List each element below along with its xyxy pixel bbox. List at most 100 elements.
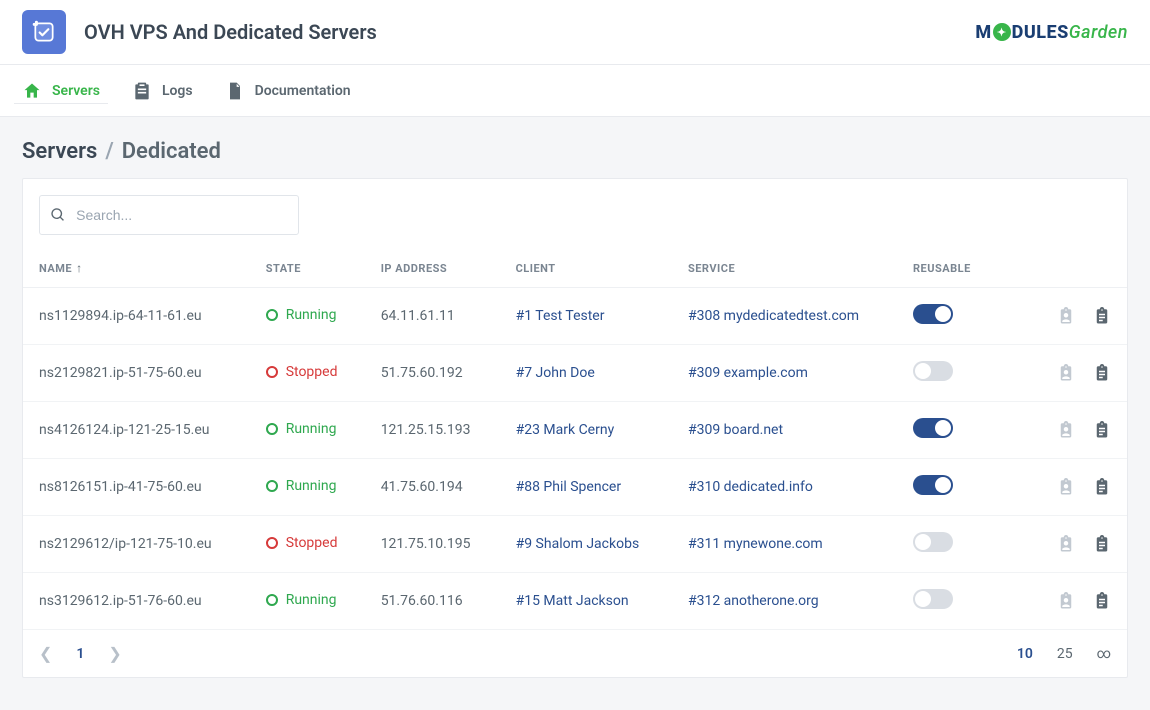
col-name-label: NAME [39, 262, 72, 275]
client-link[interactable]: #9 Shalom Jackobs [516, 536, 640, 552]
service-link[interactable]: #309 board.net [688, 422, 783, 438]
reusable-toggle[interactable] [913, 418, 953, 438]
service-link[interactable]: #309 example.com [688, 365, 808, 381]
col-ip-label: IP ADDRESS [381, 262, 448, 275]
brand-text-garden: Garden [1069, 22, 1128, 43]
col-state[interactable]: STATE [250, 243, 365, 288]
state-label: Running [286, 478, 337, 494]
cell-service: #312 anotherone.org [672, 573, 897, 630]
reusable-toggle[interactable] [913, 361, 953, 381]
pager-next[interactable]: ❯ [108, 644, 121, 663]
cell-reusable [897, 288, 1017, 345]
cell-service: #310 dedicated.info [672, 459, 897, 516]
table-row: ns1129894.ip-64-11-61.euRunning64.11.61.… [23, 288, 1127, 345]
service-link[interactable]: #311 mynewone.com [688, 536, 823, 552]
cell-actions [1017, 573, 1127, 630]
table-row: ns4126124.ip-121-25-15.euRunning121.25.1… [23, 402, 1127, 459]
details-icon[interactable] [1093, 364, 1111, 382]
state-label: Running [286, 592, 337, 608]
cell-name: ns1129894.ip-64-11-61.eu [23, 288, 250, 345]
clipboard-icon [132, 81, 152, 101]
reusable-toggle[interactable] [913, 475, 953, 495]
cell-name: ns2129612/ip-121-75-10.eu [23, 516, 250, 573]
service-link[interactable]: #312 anotherone.org [688, 593, 819, 609]
details-icon[interactable] [1093, 421, 1111, 439]
reusable-toggle[interactable] [913, 304, 953, 324]
tab-servers[interactable]: Servers [22, 65, 100, 116]
details-icon[interactable] [1093, 478, 1111, 496]
client-link[interactable]: #23 Mark Cerny [516, 422, 615, 438]
assign-client-icon[interactable] [1057, 364, 1075, 382]
cell-reusable [897, 345, 1017, 402]
pagination-nav: ❮ 1 ❯ [39, 644, 122, 663]
col-reusable[interactable]: REUSABLE [897, 243, 1017, 288]
page-size-options: 10 25 ∞ [1017, 646, 1111, 662]
state-dot-icon [266, 537, 278, 549]
brand-logo: M ✦ DULES Garden [975, 22, 1128, 43]
details-icon[interactable] [1093, 592, 1111, 610]
page-size-all[interactable]: ∞ [1097, 646, 1111, 662]
sort-asc-icon: ↑ [76, 261, 83, 275]
page-size-25[interactable]: 25 [1057, 646, 1073, 662]
service-link[interactable]: #310 dedicated.info [688, 479, 813, 495]
search-wrap [23, 179, 1127, 243]
pager-prev[interactable]: ❮ [39, 644, 52, 663]
search-input[interactable] [74, 206, 288, 224]
state-dot-icon [266, 309, 278, 321]
servers-table: NAME ↑ STATE IP ADDRESS CLIENT SERVICE RE… [23, 243, 1127, 630]
cell-name: ns8126151.ip-41-75-60.eu [23, 459, 250, 516]
cell-state: Running [250, 402, 365, 459]
client-link[interactable]: #1 Test Tester [516, 308, 605, 324]
breadcrumb-root[interactable]: Servers [22, 139, 97, 164]
pager-current-page[interactable]: 1 [76, 646, 84, 662]
cell-actions [1017, 288, 1127, 345]
col-name[interactable]: NAME ↑ [23, 243, 250, 288]
cell-actions [1017, 402, 1127, 459]
assign-client-icon[interactable] [1057, 421, 1075, 439]
cell-client: #15 Matt Jackson [500, 573, 672, 630]
reusable-toggle[interactable] [913, 532, 953, 552]
cell-actions [1017, 345, 1127, 402]
cell-state: Stopped [250, 345, 365, 402]
cell-actions [1017, 516, 1127, 573]
col-client[interactable]: CLIENT [500, 243, 672, 288]
col-service[interactable]: SERVICE [672, 243, 897, 288]
client-link[interactable]: #7 John Doe [516, 365, 595, 381]
reusable-toggle[interactable] [913, 589, 953, 609]
cell-state: Running [250, 573, 365, 630]
cell-client: #23 Mark Cerny [500, 402, 672, 459]
assign-client-icon[interactable] [1057, 478, 1075, 496]
nav-tabs: Servers Logs Documentation [0, 65, 1150, 117]
state-label: Running [286, 421, 337, 437]
details-icon[interactable] [1093, 535, 1111, 553]
check-badge-icon [31, 19, 57, 45]
tab-servers-label: Servers [52, 83, 100, 99]
assign-client-icon[interactable] [1057, 535, 1075, 553]
cell-name: ns2129821.ip-51-75-60.eu [23, 345, 250, 402]
brand-text-dules: DULES [1012, 22, 1069, 43]
cell-reusable [897, 459, 1017, 516]
topbar-left: OVH VPS And Dedicated Servers [22, 10, 377, 54]
tab-documentation[interactable]: Documentation [225, 65, 351, 116]
breadcrumb-current: Dedicated [122, 139, 221, 164]
table-row: ns2129821.ip-51-75-60.euStopped51.75.60.… [23, 345, 1127, 402]
page-size-10[interactable]: 10 [1017, 646, 1033, 662]
state-label: Stopped [286, 535, 338, 551]
cell-service: #308 mydedicatedtest.com [672, 288, 897, 345]
cell-ip: 51.76.60.116 [365, 573, 500, 630]
col-client-label: CLIENT [516, 262, 556, 275]
search-box[interactable] [39, 195, 299, 235]
state-dot-icon [266, 480, 278, 492]
client-link[interactable]: #15 Matt Jackson [516, 593, 629, 609]
client-link[interactable]: #88 Phil Spencer [516, 479, 621, 495]
home-icon [22, 81, 42, 101]
service-link[interactable]: #308 mydedicatedtest.com [688, 308, 859, 324]
tab-logs[interactable]: Logs [132, 65, 193, 116]
breadcrumb-separator: / [105, 139, 113, 164]
assign-client-icon[interactable] [1057, 592, 1075, 610]
col-ip[interactable]: IP ADDRESS [365, 243, 500, 288]
table-row: ns2129612/ip-121-75-10.euStopped121.75.1… [23, 516, 1127, 573]
details-icon[interactable] [1093, 307, 1111, 325]
assign-client-icon[interactable] [1057, 307, 1075, 325]
search-icon [50, 206, 66, 224]
